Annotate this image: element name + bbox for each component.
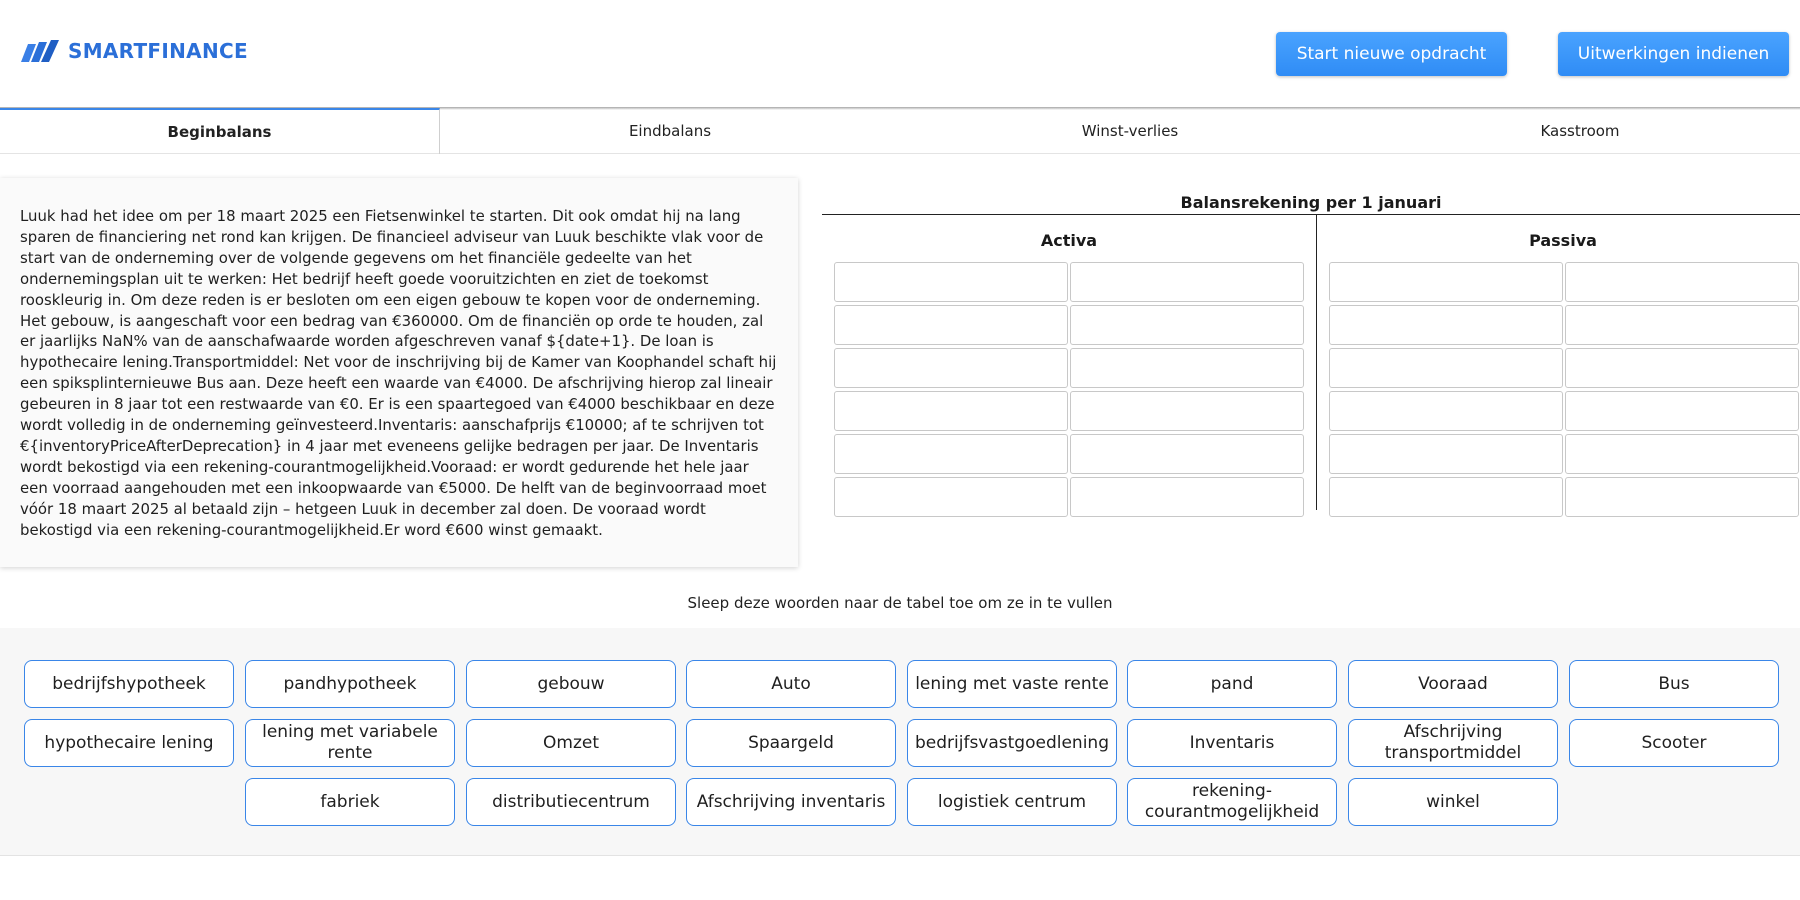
passiva-name-cell[interactable]	[1329, 262, 1563, 302]
word-chip[interactable]: hypothecaire lening	[24, 719, 234, 767]
balance-center-line	[1316, 214, 1317, 510]
activa-name-cell[interactable]	[834, 477, 1068, 517]
app-header: SMARTFINANCE Start nieuwe opdracht Uitwe…	[0, 0, 1800, 107]
word-chip[interactable]: Afschrijving inventaris	[686, 778, 896, 826]
activa-amount-cell[interactable]	[1070, 348, 1304, 388]
passiva-name-cell[interactable]	[1329, 434, 1563, 474]
activa-name-cell[interactable]	[834, 348, 1068, 388]
activa-amount-cell[interactable]	[1070, 477, 1304, 517]
word-chip[interactable]: Vooraad	[1348, 660, 1558, 708]
activa-amount-cell[interactable]	[1070, 434, 1304, 474]
balance-title: Balansrekening per 1 januari	[1180, 193, 1442, 212]
drag-instruction: Sleep deze woorden naar de tabel toe om …	[687, 594, 1113, 612]
case-description-card: Luuk had het idee om per 18 maart 2025 e…	[0, 178, 798, 567]
logo-text: SMARTFINANCE	[68, 39, 248, 63]
activa-amount-cell[interactable]	[1070, 391, 1304, 431]
word-chip[interactable]: Spaargeld	[686, 719, 896, 767]
word-chip[interactable]: logistiek centrum	[907, 778, 1117, 826]
start-new-assignment-button[interactable]: Start nieuwe opdracht	[1276, 32, 1507, 76]
word-chip[interactable]: pand	[1127, 660, 1337, 708]
word-chip[interactable]: winkel	[1348, 778, 1558, 826]
activa-amount-cell[interactable]	[1070, 305, 1304, 345]
logo[interactable]: SMARTFINANCE	[21, 38, 248, 64]
word-chip[interactable]: Auto	[686, 660, 896, 708]
tab-bar: Beginbalans Eindbalans Winst-verlies Kas…	[0, 108, 1800, 154]
slanted-bars-logo-icon	[21, 40, 59, 62]
passiva-amount-cell[interactable]	[1565, 391, 1799, 431]
passiva-grid	[1329, 262, 1799, 517]
word-chip[interactable]: Afschrijving transportmiddel	[1348, 719, 1558, 767]
passiva-amount-cell[interactable]	[1565, 434, 1799, 474]
tab-eindbalans[interactable]: Eindbalans	[440, 108, 900, 154]
word-chip[interactable]: gebouw	[466, 660, 676, 708]
word-chip[interactable]: Bus	[1569, 660, 1779, 708]
word-chip[interactable]: fabriek	[245, 778, 455, 826]
word-bank: bedrijfshypotheek pandhypotheek gebouw A…	[0, 628, 1800, 856]
tab-beginbalans[interactable]: Beginbalans	[0, 108, 440, 154]
tab-kasstroom[interactable]: Kasstroom	[1360, 108, 1800, 154]
activa-name-cell[interactable]	[834, 305, 1068, 345]
passiva-name-cell[interactable]	[1329, 348, 1563, 388]
activa-heading: Activa	[1040, 231, 1098, 250]
case-description-text: Luuk had het idee om per 18 maart 2025 e…	[20, 207, 777, 539]
activa-name-cell[interactable]	[834, 262, 1068, 302]
tab-winst-verlies[interactable]: Winst-verlies	[900, 108, 1360, 154]
word-chip[interactable]: bedrijfshypotheek	[24, 660, 234, 708]
word-chip[interactable]: Inventaris	[1127, 719, 1337, 767]
activa-name-cell[interactable]	[834, 434, 1068, 474]
passiva-name-cell[interactable]	[1329, 391, 1563, 431]
passiva-amount-cell[interactable]	[1565, 305, 1799, 345]
passiva-heading: Passiva	[1529, 231, 1597, 250]
word-chip[interactable]: bedrijfsvastgoedlening	[907, 719, 1117, 767]
passiva-name-cell[interactable]	[1329, 305, 1563, 345]
word-chip[interactable]: distributiecentrum	[466, 778, 676, 826]
passiva-amount-cell[interactable]	[1565, 477, 1799, 517]
activa-name-cell[interactable]	[834, 391, 1068, 431]
passiva-name-cell[interactable]	[1329, 477, 1563, 517]
activa-grid	[834, 262, 1304, 517]
passiva-amount-cell[interactable]	[1565, 262, 1799, 302]
balance-divider-line	[822, 214, 1800, 215]
word-chip[interactable]: lening met variabele rente	[245, 719, 455, 767]
word-chip[interactable]: Scooter	[1569, 719, 1779, 767]
word-chip[interactable]: Omzet	[466, 719, 676, 767]
passiva-amount-cell[interactable]	[1565, 348, 1799, 388]
word-chip[interactable]: pandhypotheek	[245, 660, 455, 708]
word-chip[interactable]: lening met vaste rente	[907, 660, 1117, 708]
activa-amount-cell[interactable]	[1070, 262, 1304, 302]
word-chip[interactable]: rekening-courantmogelijkheid	[1127, 778, 1337, 826]
submit-solutions-button[interactable]: Uitwerkingen indienen	[1558, 32, 1789, 76]
